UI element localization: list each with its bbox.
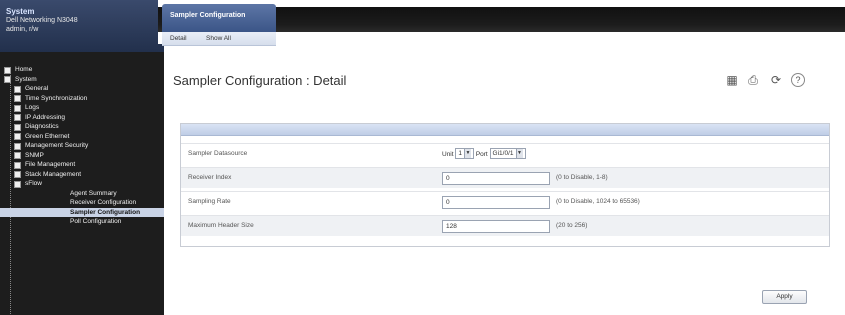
device-model: Dell Networking N3048 (6, 17, 78, 24)
help-icon[interactable]: ? (791, 73, 805, 87)
nav-item[interactable]: File Management (0, 160, 164, 170)
row-max-header-size: Maximum Header Size 128 (20 to 256) (181, 215, 829, 236)
expand-toggle-icon[interactable] (14, 180, 21, 188)
subtab-detail[interactable]: Detail (170, 35, 187, 42)
sampling-rate-label: Sampling Rate (188, 198, 231, 205)
expand-toggle-icon[interactable] (14, 161, 21, 169)
nav-item[interactable]: SNMP (0, 151, 164, 161)
unit-select[interactable]: 1 ▼ (455, 148, 474, 159)
chevron-down-icon: ▼ (515, 149, 523, 158)
expand-toggle-icon[interactable] (4, 66, 11, 74)
expand-toggle-icon[interactable] (14, 133, 21, 140)
panel-header (181, 124, 829, 136)
unit-select-value: 1 (458, 150, 462, 157)
chevron-down-icon: ▼ (464, 149, 471, 158)
sampler-form-panel: Sampler Datasource Unit 1 ▼ Port Gi1/0/1 ▼… (180, 123, 830, 247)
nav-item-label: Diagnostics (25, 123, 59, 130)
nav-item-label: System (15, 75, 37, 83)
nav-item[interactable]: System (0, 75, 164, 85)
page-title: Sampler Configuration : Detail (173, 73, 347, 88)
refresh-icon[interactable]: ⟳ (769, 73, 783, 87)
nav-item-label: Logs (25, 104, 40, 111)
nav-item[interactable]: Management Security (0, 141, 164, 151)
nav-item-label: Management Security (25, 142, 89, 149)
device-header: System Dell Networking N3048 admin, r/w (0, 0, 164, 52)
receiver-index-label: Receiver Index (188, 174, 232, 181)
port-select-value: Gi1/0/1 (492, 150, 514, 157)
nav-item-label: Receiver Configuration (70, 199, 137, 206)
nav-item-label: Poll Configuration (70, 218, 122, 225)
receiver-index-range: (0 to Disable, 1-8) (556, 174, 608, 181)
nav-item[interactable]: Diagnostics (0, 122, 164, 132)
expand-toggle-icon[interactable] (14, 85, 21, 93)
sampling-rate-input[interactable]: 0 (442, 196, 550, 209)
sampler-datasource-label: Sampler Datasource (188, 150, 248, 157)
nav-item-label: Home (15, 66, 33, 73)
port-select[interactable]: Gi1/0/1 ▼ (489, 148, 526, 159)
port-label: Port (475, 151, 488, 158)
nav-item-label: Stack Management (25, 170, 82, 178)
max-header-size-label: Maximum Header Size (188, 222, 254, 229)
nav-item-label: sFlow (25, 180, 42, 187)
nav-item[interactable]: Home (0, 65, 164, 75)
row-sampling-rate: Sampling Rate 0 (0 to Disable, 1024 to 6… (181, 191, 829, 212)
nav-item[interactable]: Time Synchronization (0, 94, 164, 104)
navigation-sidebar: System Dell Networking N3048 admin, r/w … (0, 0, 164, 315)
expand-toggle-icon[interactable] (4, 76, 11, 83)
receiver-index-input[interactable]: 0 (442, 172, 550, 185)
nav-item-label: File Management (25, 161, 76, 168)
expand-toggle-icon[interactable] (14, 123, 21, 131)
nav-item-label: Sampler Configuration (70, 208, 141, 216)
nav-item[interactable]: Stack Management (0, 170, 164, 180)
nav-item[interactable]: Sampler Configuration (0, 207, 164, 217)
max-header-size-range: (20 to 256) (556, 222, 588, 229)
save-icon[interactable]: ▦ (725, 73, 739, 87)
apply-button[interactable]: Apply (762, 290, 807, 304)
subtab-show-all[interactable]: Show All (206, 35, 231, 42)
nav-item[interactable]: Green Ethernet (0, 132, 164, 142)
nav-item[interactable]: General (0, 84, 164, 94)
nav-item-label: Agent Summary (70, 189, 117, 197)
nav-item[interactable]: Logs (0, 103, 164, 113)
tab-bar: Sampler Configuration Detail Show All (158, 0, 845, 46)
expand-toggle-icon[interactable] (14, 152, 21, 159)
nav-item[interactable]: Receiver Configuration (0, 198, 164, 208)
nav-item[interactable]: IP Addressing (0, 113, 164, 123)
nav-item-label: General (25, 85, 49, 92)
nav-item[interactable]: sFlow (0, 179, 164, 189)
expand-toggle-icon[interactable] (14, 142, 21, 150)
navigation-tree: Home System General Time Synchronization Log… (0, 52, 164, 227)
subtab-bar: Detail Show All (162, 32, 276, 46)
header-title: System (6, 7, 35, 16)
sampling-rate-range: (0 to Disable, 1024 to 65536) (556, 198, 640, 205)
row-sampler-datasource: Sampler Datasource Unit 1 ▼ Port Gi1/0/1 ▼ (181, 143, 829, 164)
print-icon[interactable]: ⎙ (746, 73, 760, 87)
expand-toggle-icon[interactable] (14, 114, 21, 121)
user-info: admin, r/w (6, 26, 39, 33)
expand-toggle-icon[interactable] (14, 171, 21, 178)
nav-item[interactable]: Agent Summary (0, 189, 164, 199)
nav-item[interactable]: Poll Configuration (0, 217, 164, 227)
nav-item-label: Green Ethernet (25, 132, 70, 140)
max-header-size-input[interactable]: 128 (442, 220, 550, 233)
expand-toggle-icon[interactable] (14, 95, 21, 102)
nav-item-label: Time Synchronization (25, 94, 88, 102)
expand-toggle-icon[interactable] (14, 104, 21, 112)
datasource-selectors: Unit 1 ▼ Port Gi1/0/1 ▼ (442, 148, 526, 161)
row-receiver-index: Receiver Index 0 (0 to Disable, 1-8) (181, 167, 829, 188)
unit-label: Unit (442, 151, 454, 158)
nav-item-label: IP Addressing (25, 113, 65, 121)
nav-item-label: SNMP (25, 151, 44, 159)
tab-sampler-configuration[interactable]: Sampler Configuration (162, 4, 276, 32)
